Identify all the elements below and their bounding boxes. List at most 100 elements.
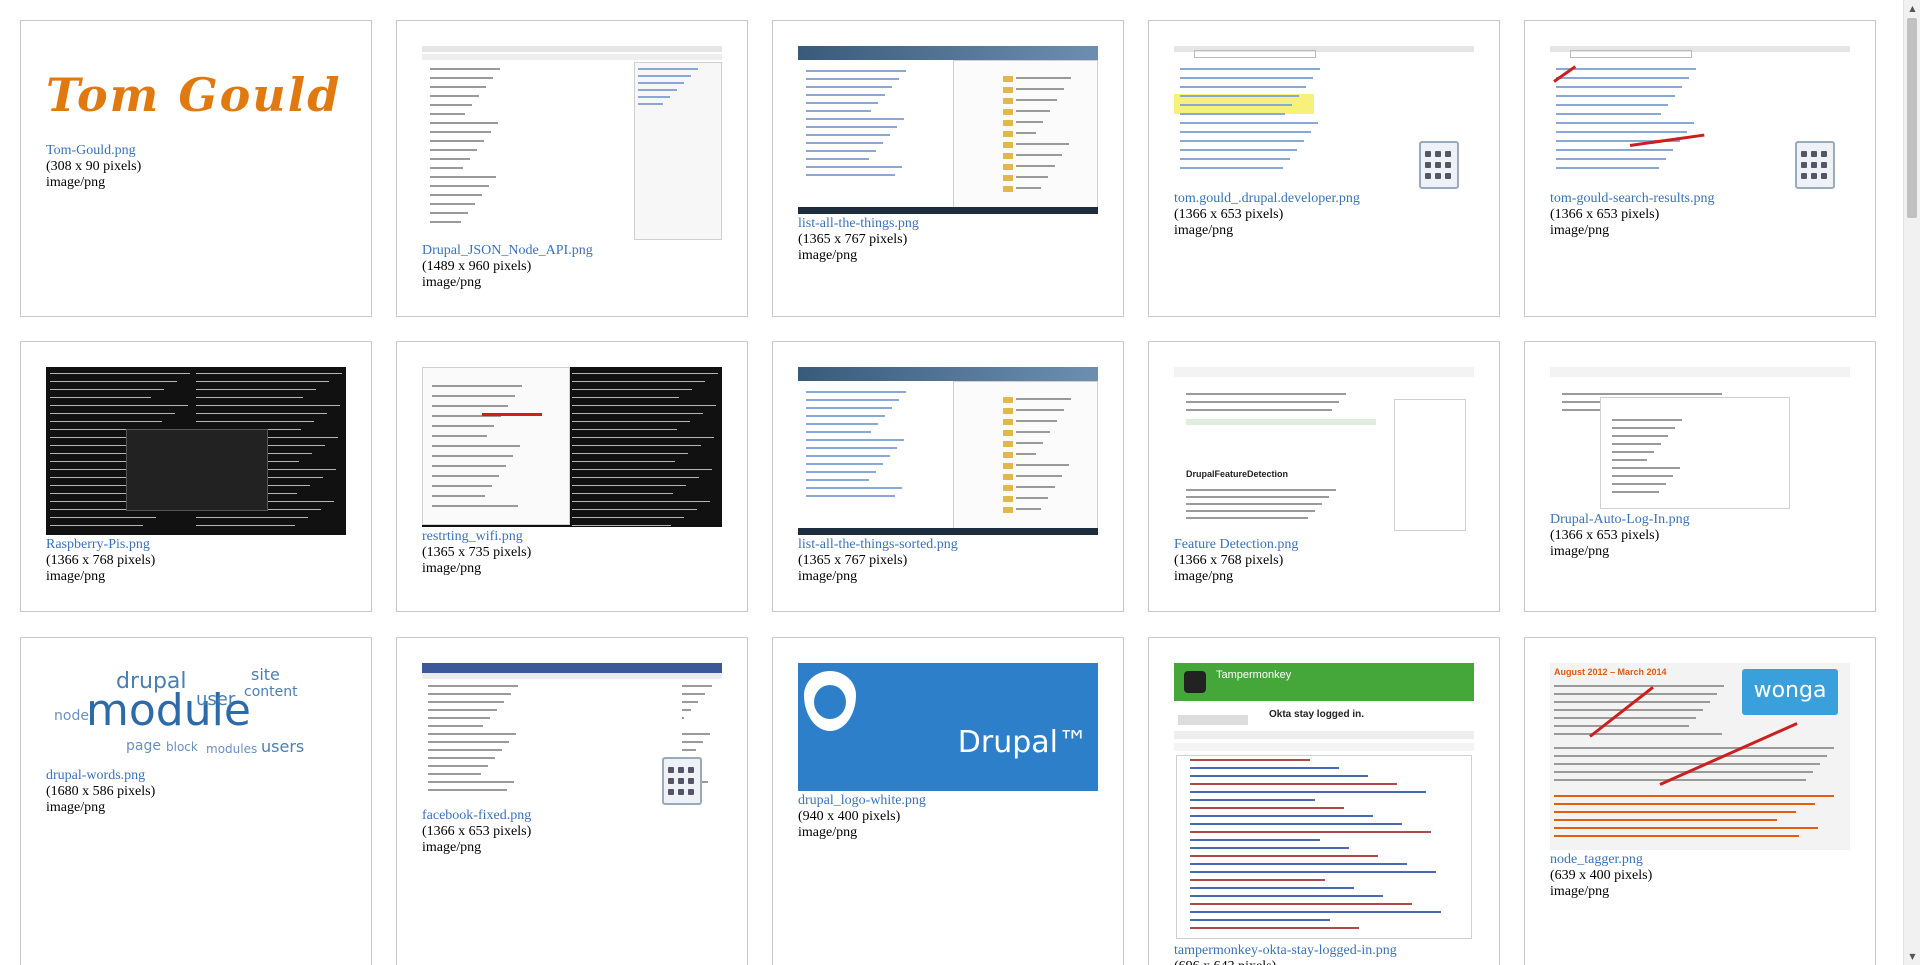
- thumbnail-link[interactable]: [1174, 46, 1474, 189]
- text-line: [1180, 140, 1304, 142]
- image-dimensions: (1365 x 767 pixels): [798, 553, 908, 568]
- text-line: [806, 487, 902, 489]
- text-line: [682, 709, 691, 711]
- thumbnail-link[interactable]: August 2012 – March 2014 wonga: [1550, 663, 1850, 850]
- mime-type: image/png: [1174, 569, 1234, 584]
- text-line: [1612, 435, 1668, 437]
- thumbnail-link[interactable]: [1550, 367, 1850, 510]
- text-line: [430, 167, 463, 169]
- thumbnail-link[interactable]: [422, 367, 722, 527]
- scroll-thumb[interactable]: [1907, 18, 1917, 218]
- app-tile: [1425, 173, 1431, 179]
- thumbnail-preview: [46, 367, 346, 535]
- text-line: [432, 475, 499, 477]
- desktop-titlebar: [798, 367, 1098, 381]
- app-tile: [1445, 173, 1451, 179]
- filename-link[interactable]: Raspberry-Pis.png: [46, 537, 155, 553]
- gallery-card: facebook-fixed.png (1366 x 653 pixels) ima…: [396, 637, 748, 965]
- text-line: [428, 789, 507, 791]
- text-line: [1180, 113, 1285, 115]
- filename-link[interactable]: list-all-the-things.png: [798, 216, 919, 232]
- thumbnail-link[interactable]: [422, 663, 722, 806]
- filename-link[interactable]: list-all-the-things-sorted.png: [798, 537, 958, 553]
- text-line: [1554, 725, 1689, 727]
- code-line: [1190, 783, 1397, 785]
- thumbnail-preview: [422, 46, 722, 241]
- filename-link[interactable]: Feature Detection.png: [1174, 537, 1298, 553]
- app-tile: [688, 789, 694, 795]
- thumbnail-link[interactable]: module drupal site content user users node page…: [46, 663, 346, 766]
- text-line: [1556, 122, 1694, 124]
- text-line: [1612, 483, 1666, 485]
- thumbnail-link[interactable]: [798, 46, 1098, 214]
- text-line: [1186, 393, 1346, 395]
- text-line: [1612, 459, 1647, 461]
- image-dimensions: (1365 x 767 pixels): [798, 232, 908, 247]
- image-info: restrting_wifi.png (1365 x 735 pixels) ima…: [422, 529, 531, 577]
- filename-link[interactable]: restrting_wifi.png: [422, 529, 531, 545]
- code-line: [1190, 919, 1330, 921]
- thumbnail-link[interactable]: [1550, 46, 1850, 189]
- text-line: [428, 693, 511, 695]
- scroll-down-arrow-icon[interactable]: ▼: [1904, 948, 1920, 965]
- terminal-line: [50, 373, 190, 374]
- desktop-titlebar: [798, 46, 1098, 60]
- terminal-line: [572, 453, 688, 454]
- gallery-card: tom-gould-search-results.png (1366 x 653 …: [1524, 20, 1876, 317]
- app-tile: [668, 778, 674, 784]
- text-line: [428, 773, 481, 775]
- thumbnail-link[interactable]: Tampermonkey Okta stay logged in.: [1174, 663, 1474, 941]
- filename-link[interactable]: tom-gould-search-results.png: [1550, 191, 1714, 207]
- sidebar-pane: [1394, 399, 1466, 531]
- window-toolbar: [422, 46, 722, 52]
- text-line: [430, 194, 482, 196]
- code-line: [1190, 791, 1426, 793]
- vertical-scrollbar[interactable]: ▲ ▼: [1903, 0, 1920, 965]
- app-tile: [1811, 151, 1817, 157]
- thumbnail-link[interactable]: [46, 367, 346, 535]
- text-line: [1016, 398, 1071, 400]
- filename-link[interactable]: Drupal-Auto-Log-In.png: [1550, 512, 1690, 528]
- image-gallery-grid: Tom Gould Tom-Gould.png (308 x 90 pixels) i…: [0, 0, 1900, 965]
- thumbnail-link[interactable]: [798, 367, 1098, 535]
- skills-line: [1554, 795, 1834, 797]
- folder-icon: [1003, 474, 1013, 480]
- word-cloud-word: content: [244, 684, 298, 700]
- text-line: [1180, 104, 1292, 106]
- gallery-card: restrting_wifi.png (1365 x 735 pixels) ima…: [396, 341, 748, 612]
- code-line: [1190, 895, 1383, 897]
- code-line: [1190, 823, 1402, 825]
- filename-link[interactable]: Tom-Gould.png: [46, 143, 141, 159]
- scroll-up-arrow-icon[interactable]: ▲: [1904, 0, 1920, 17]
- terminal-line: [572, 397, 679, 398]
- image-dimensions: (1365 x 735 pixels): [422, 545, 532, 560]
- terminal-line: [572, 501, 710, 502]
- text-line: [1016, 420, 1057, 422]
- filename-link[interactable]: facebook-fixed.png: [422, 808, 531, 824]
- terminal-line: [196, 421, 314, 422]
- text-line: [638, 82, 684, 84]
- text-line: [432, 425, 494, 427]
- thumbnail-link[interactable]: [422, 46, 722, 241]
- word-cloud-word: drupal: [116, 669, 187, 694]
- filename-link[interactable]: node_tagger.png: [1550, 852, 1652, 868]
- thumbnail-link[interactable]: Tom Gould: [46, 46, 346, 141]
- folder-icon: [1003, 131, 1013, 137]
- filename-link[interactable]: tom.gould_.drupal.developer.png: [1174, 191, 1360, 207]
- text-line: [430, 86, 486, 88]
- folder-icon: [1003, 164, 1013, 170]
- filename-link[interactable]: drupal_logo-white.png: [798, 793, 926, 809]
- thumbnail-link[interactable]: DrupalFeatureDetection: [1174, 367, 1474, 535]
- terminal-line: [50, 389, 164, 390]
- code-line: [1190, 847, 1349, 849]
- thumbnail-link[interactable]: Drupal™: [798, 663, 1098, 791]
- image-info: facebook-fixed.png (1366 x 653 pixels) ima…: [422, 808, 531, 856]
- filename-link[interactable]: tampermonkey-okta-stay-logged-in.png: [1174, 943, 1397, 959]
- gallery-card: DrupalFeatureDetection Feature Detection.…: [1148, 341, 1500, 612]
- terminal-line: [572, 421, 690, 422]
- filename-link[interactable]: Drupal_JSON_Node_API.png: [422, 243, 593, 259]
- filename-link[interactable]: drupal-words.png: [46, 768, 155, 784]
- text-line: [428, 733, 516, 735]
- code-line: [1190, 911, 1441, 913]
- thumbnail-preview: [422, 367, 722, 527]
